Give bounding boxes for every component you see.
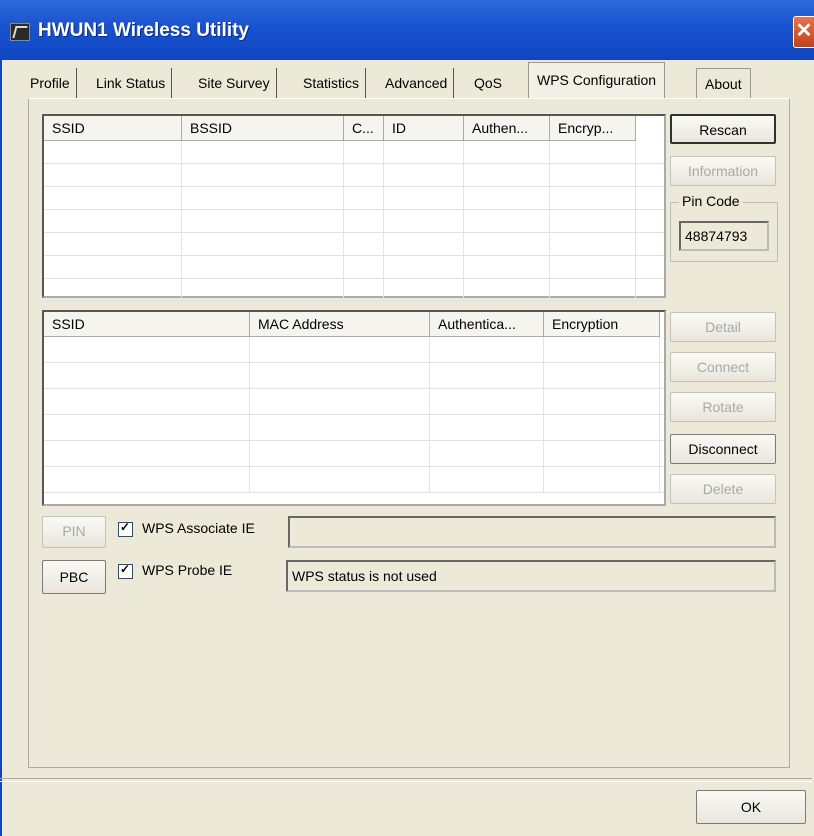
rescan-button[interactable]: Rescan	[670, 114, 776, 144]
tab-statistics[interactable]: Statistics	[303, 68, 367, 98]
status-divider	[0, 778, 812, 782]
pin-code-label: Pin Code	[679, 193, 743, 209]
wps-status-field: WPS status is not used	[286, 560, 776, 592]
table-row	[44, 279, 664, 302]
column-header-encryption[interactable]: Encryp...	[550, 116, 636, 140]
wps-probe-ie-label: WPS Probe IE	[142, 562, 233, 578]
table-row	[44, 233, 664, 256]
ap-list-header: SSID BSSID C... ID Authen... Encryp...	[44, 116, 636, 141]
tab-advanced[interactable]: Advanced	[385, 68, 455, 98]
title-bar[interactable]: HWUN1 Wireless Utility ✕	[0, 0, 814, 60]
profile-list[interactable]: SSID MAC Address Authentica... Encryptio…	[42, 310, 666, 506]
disconnect-button[interactable]: Disconnect	[670, 434, 776, 464]
wps-associate-ie-label: WPS Associate IE	[142, 520, 255, 536]
table-row	[44, 187, 664, 210]
wps-probe-ie-checkbox[interactable]	[118, 562, 133, 579]
tab-wps-configuration[interactable]: WPS Configuration	[528, 62, 666, 99]
column-header-channel[interactable]: C...	[344, 116, 384, 140]
column-header-encryption[interactable]: Encryption	[544, 312, 660, 336]
wps-associate-ie-checkbox[interactable]	[118, 520, 133, 537]
pin-code-group: Pin Code 48874793	[670, 193, 778, 262]
window-title: HWUN1 Wireless Utility	[38, 20, 249, 41]
app-icon	[10, 23, 30, 41]
table-row	[44, 363, 664, 389]
wps-associate-field	[288, 516, 776, 548]
table-row	[44, 256, 664, 279]
tab-profile[interactable]: Profile	[30, 68, 77, 98]
delete-button[interactable]: Delete	[670, 474, 776, 504]
information-button[interactable]: Information	[670, 156, 776, 186]
pin-button[interactable]: PIN	[42, 516, 106, 548]
ap-list-rows	[44, 141, 664, 302]
profile-list-rows	[44, 337, 664, 493]
ok-button[interactable]: OK	[696, 790, 806, 824]
column-header-authentication[interactable]: Authen...	[464, 116, 550, 140]
pin-code-field: 48874793	[679, 221, 769, 251]
table-row	[44, 210, 664, 233]
table-row	[44, 441, 664, 467]
close-icon[interactable]: ✕	[793, 16, 814, 48]
column-header-ssid[interactable]: SSID	[44, 312, 250, 336]
tab-site-survey[interactable]: Site Survey	[198, 68, 277, 98]
connect-button[interactable]: Connect	[670, 352, 776, 382]
tab-qos[interactable]: QoS	[474, 68, 502, 98]
detail-button[interactable]: Detail	[670, 312, 776, 342]
table-row	[44, 141, 664, 164]
table-row	[44, 415, 664, 441]
tab-strip: Profile Link Status Site Survey Statisti…	[28, 62, 788, 100]
table-row	[44, 164, 664, 187]
profile-list-header: SSID MAC Address Authentica... Encryptio…	[44, 312, 660, 337]
pbc-button[interactable]: PBC	[42, 560, 106, 594]
rotate-button[interactable]: Rotate	[670, 392, 776, 422]
column-header-bssid[interactable]: BSSID	[182, 116, 344, 140]
tab-link-status[interactable]: Link Status	[96, 68, 173, 98]
column-header-ssid[interactable]: SSID	[44, 116, 182, 140]
column-header-authentication[interactable]: Authentica...	[430, 312, 544, 336]
table-row	[44, 389, 664, 415]
tab-about[interactable]: About	[696, 68, 751, 99]
table-row	[44, 337, 664, 363]
column-header-id[interactable]: ID	[384, 116, 464, 140]
column-header-mac-address[interactable]: MAC Address	[250, 312, 430, 336]
table-row	[44, 467, 664, 493]
ap-list[interactable]: SSID BSSID C... ID Authen... Encryp...	[42, 114, 666, 302]
